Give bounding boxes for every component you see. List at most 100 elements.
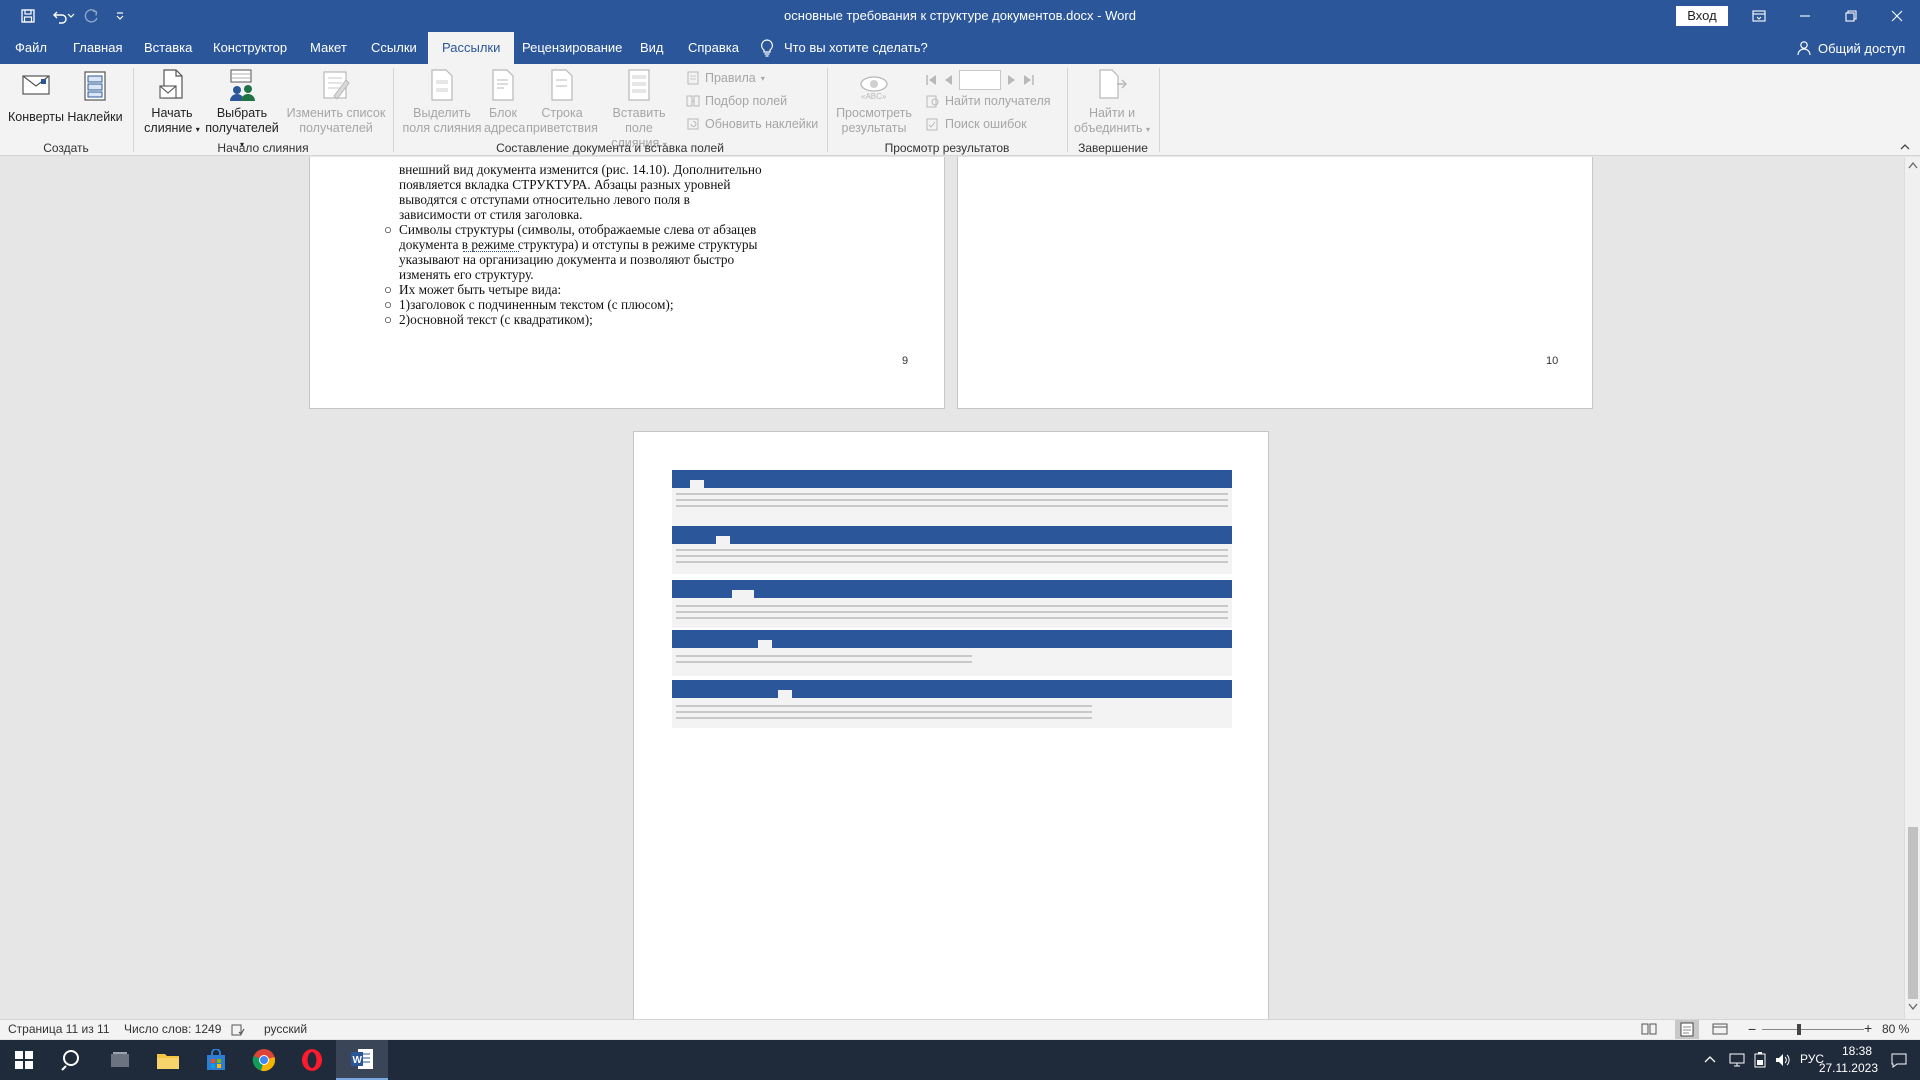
opera-icon[interactable] xyxy=(288,1040,336,1080)
highlight-merge-fields-button[interactable]: Выделить поля слияния xyxy=(400,68,484,136)
file-explorer-icon[interactable] xyxy=(144,1040,192,1080)
restore-icon[interactable] xyxy=(1828,0,1874,32)
record-number-input[interactable] xyxy=(959,70,1001,90)
preview-label-1: Просмотреть xyxy=(836,106,912,120)
check-errors-button[interactable]: Поиск ошибок xyxy=(926,114,1027,134)
labels-icon xyxy=(79,70,111,102)
recipients-icon xyxy=(225,68,259,102)
group-separator xyxy=(1159,68,1160,152)
chrome-icon[interactable] xyxy=(240,1040,288,1080)
store-icon[interactable] xyxy=(192,1040,240,1080)
bullet-icon: ○ xyxy=(384,312,393,327)
bullet-icon: ○ xyxy=(384,297,393,312)
edit-recipient-list-button[interactable]: Изменить список получателей xyxy=(284,68,388,136)
find-recipient-button[interactable]: Найти получателя xyxy=(926,91,1051,111)
page-11[interactable] xyxy=(633,431,1269,1019)
address-block-icon xyxy=(488,68,518,102)
embedded-screenshots-image[interactable] xyxy=(672,470,1232,730)
task-view-icon[interactable] xyxy=(96,1040,144,1080)
volume-icon[interactable] xyxy=(1774,1052,1792,1068)
address-label-1: Блок xyxy=(489,106,517,120)
tab-review[interactable]: Рецензирование xyxy=(520,32,624,64)
envelopes-button[interactable]: Конверты xyxy=(8,68,64,125)
greeting-line-icon xyxy=(547,68,577,102)
chevron-down-icon: ▾ xyxy=(195,125,200,134)
clock-time[interactable]: 18:38 xyxy=(1812,1044,1872,1058)
page-10[interactable]: 10 xyxy=(957,157,1593,409)
rules-button[interactable]: Правила ▾ xyxy=(686,68,765,88)
vertical-scrollbar[interactable] xyxy=(1904,157,1920,1019)
select-recipients-button[interactable]: Выбрать получателей ▾ xyxy=(204,68,280,152)
tab-references[interactable]: Ссылки xyxy=(369,32,419,64)
language-indicator[interactable]: русский xyxy=(264,1022,307,1036)
preview-label-2: результаты xyxy=(841,121,907,135)
search-icon[interactable] xyxy=(48,1040,96,1080)
finish-merge-button[interactable]: Найти и объединить ▾ xyxy=(1072,68,1152,137)
insert-field-label-1: Вставить поле xyxy=(612,106,666,135)
previous-record-icon[interactable] xyxy=(943,74,953,86)
print-layout-icon[interactable] xyxy=(1675,1020,1699,1039)
page-counter[interactable]: Страница 11 из 11 xyxy=(8,1022,110,1036)
group-label-start-merge: Начало слияния xyxy=(217,141,309,155)
scroll-down-icon[interactable] xyxy=(1908,1003,1918,1013)
web-layout-icon[interactable] xyxy=(1712,1022,1728,1038)
zoom-slider-thumb[interactable] xyxy=(1797,1024,1801,1035)
select-recipients-label-1: Выбрать xyxy=(216,106,268,120)
bullet-item: 2)основной текст (с квадратиком); xyxy=(399,312,593,327)
login-button[interactable]: Вход xyxy=(1676,6,1728,26)
insert-merge-field-button[interactable]: Вставить поле слияния ▾ xyxy=(600,68,678,152)
address-block-button[interactable]: Блок адреса xyxy=(484,68,525,136)
tab-mailings[interactable]: Рассылки xyxy=(428,32,515,64)
minimize-icon[interactable] xyxy=(1782,0,1828,32)
read-mode-icon[interactable] xyxy=(1641,1022,1657,1038)
tab-home[interactable]: Главная xyxy=(71,32,124,64)
battery-icon[interactable] xyxy=(1752,1052,1768,1068)
scroll-up-icon[interactable] xyxy=(1908,161,1918,171)
collapse-ribbon-icon[interactable] xyxy=(1898,140,1912,154)
proofing-icon[interactable] xyxy=(231,1023,245,1037)
tab-file[interactable]: Файл xyxy=(13,32,49,64)
update-labels-button[interactable]: Обновить наклейки xyxy=(686,114,818,134)
page-9[interactable]: внешний вид документа изменится (рис. 14… xyxy=(309,157,945,409)
zoom-in-icon[interactable]: + xyxy=(1864,1021,1876,1035)
tell-me-search[interactable]: Что вы хотите сделать? xyxy=(760,32,928,64)
next-record-icon[interactable] xyxy=(1007,74,1017,86)
text-line: документа в режиме структура) и отступы … xyxy=(399,237,758,252)
last-record-icon[interactable] xyxy=(1023,74,1035,86)
tab-design[interactable]: Конструктор xyxy=(211,32,289,64)
share-label: Общий доступ xyxy=(1818,40,1906,56)
ribbon-display-options-icon[interactable] xyxy=(1736,0,1782,32)
word-count[interactable]: Число слов: 1249 xyxy=(124,1022,221,1036)
scroll-thumb[interactable] xyxy=(1908,827,1918,999)
first-record-icon[interactable] xyxy=(925,74,937,86)
ribbon-tabs: Файл Главная Вставка Конструктор Макет С… xyxy=(0,32,1920,64)
notifications-icon[interactable] xyxy=(1890,1052,1908,1068)
clock-date[interactable]: 27.11.2023 xyxy=(1812,1061,1878,1075)
tab-layout[interactable]: Макет xyxy=(308,32,349,64)
start-mail-merge-button[interactable]: Начать слияние ▾ xyxy=(140,68,204,137)
network-icon[interactable] xyxy=(1728,1052,1746,1068)
group-label-write-insert: Составление документа и вставка полей xyxy=(496,141,724,155)
tab-view[interactable]: Вид xyxy=(638,32,666,64)
edit-list-label-2: получателей xyxy=(299,121,373,135)
document-title: основные требования к структуре документ… xyxy=(784,8,1136,23)
preview-results-button[interactable]: «ABC» Просмотреть результаты xyxy=(834,68,914,136)
finish-label-1: Найти и xyxy=(1088,106,1136,120)
labels-button[interactable]: Наклейки xyxy=(66,68,124,125)
page-number: 9 xyxy=(902,355,909,367)
close-icon[interactable] xyxy=(1874,0,1920,32)
chevron-up-icon[interactable] xyxy=(1704,1054,1716,1066)
zoom-out-icon[interactable]: − xyxy=(1748,1022,1760,1036)
zoom-level[interactable]: 80 % xyxy=(1882,1022,1909,1036)
share-button[interactable]: Общий доступ xyxy=(1796,32,1905,64)
greeting-line-button[interactable]: Строка приветствия xyxy=(524,68,600,136)
match-fields-label: Подбор полей xyxy=(705,94,788,108)
match-fields-button[interactable]: Подбор полей xyxy=(686,91,787,111)
tab-insert[interactable]: Вставка xyxy=(142,32,194,64)
svg-text:«ABC»: «ABC» xyxy=(861,92,887,101)
document-area[interactable]: внешний вид документа изменится (рис. 14… xyxy=(0,157,1904,1019)
tab-help[interactable]: Справка xyxy=(686,32,741,64)
zoom-slider[interactable] xyxy=(1762,1029,1864,1030)
word-taskbar-icon[interactable]: W xyxy=(336,1040,388,1080)
windows-start-icon[interactable] xyxy=(0,1040,48,1080)
